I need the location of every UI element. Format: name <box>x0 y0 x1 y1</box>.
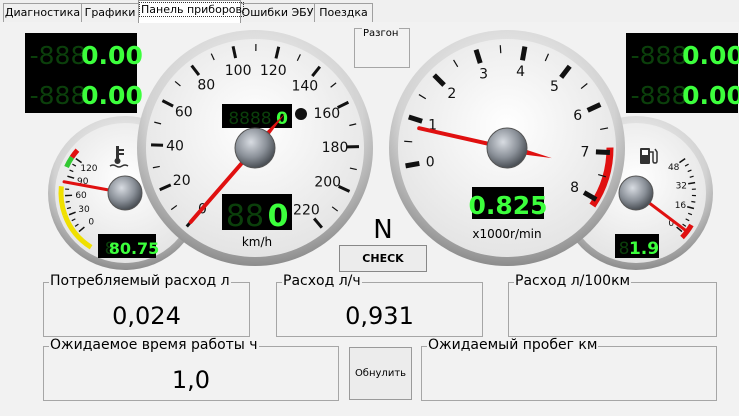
consumption-per-100km-box: Расход л/100км <box>508 273 717 337</box>
rpm-major-tick <box>595 149 611 155</box>
speed-tick-label: 60 <box>175 105 193 121</box>
speed-display-value: 0 <box>268 199 289 234</box>
fuel-tick-label: 16 <box>675 201 687 211</box>
temperature-gauge-hub <box>107 175 143 211</box>
fuel-display-ghost: 8 <box>619 239 630 259</box>
rpm-tick-label: 3 <box>479 67 488 83</box>
hourly-consumption-value: 0,931 <box>345 302 414 330</box>
expected-range-box: Ожидаемый пробег км <box>421 337 717 401</box>
rpm-major-tick <box>405 160 420 169</box>
temperature-minor-tick <box>65 200 70 203</box>
speed-tick-label: 160 <box>313 106 340 122</box>
fuel-tick-label: 48 <box>668 163 680 173</box>
fuel-display-value: 1.9 <box>629 239 659 259</box>
rpm-display-value: 0.825 <box>468 191 547 220</box>
fuel-tick-label: 32 <box>676 181 687 191</box>
right-lcd-bottom-value: 0.00 <box>682 81 739 110</box>
reset-button[interactable]: Обнулить <box>349 347 412 400</box>
hourly-consumption-box: Расход л/ч 0,931 <box>276 273 483 337</box>
speed-tick-label: 100 <box>225 63 252 79</box>
tab-dashboard[interactable]: Панель приборов <box>138 0 245 23</box>
rpm-minor-tick <box>499 45 502 54</box>
temperature-tick-label: 30 <box>78 205 90 215</box>
speed-tick-label: 40 <box>166 139 184 155</box>
rpm-tick-label: 5 <box>550 79 559 95</box>
fuel-minor-tick <box>691 200 696 203</box>
right-lcd-bottom-ghost: -888 <box>631 81 688 110</box>
consumed-fuel-box: Потребляемый расход л 0,024 <box>43 273 250 337</box>
consumption-per-100km-label: Расход л/100км <box>514 273 632 289</box>
speedometer: 0 20 40 6080 100 120140 160 180 200 220 8888 0 88… <box>137 30 373 266</box>
left-lcd-bottom-ghost: -888 <box>30 81 87 110</box>
rpm-tick-label: 8 <box>570 180 579 196</box>
temperature-tick-label: 0 <box>88 218 94 228</box>
tachometer: 0123 45678 0.825 x1000r/min <box>389 30 625 266</box>
left-lcd-top-value: 0.00 <box>81 41 143 70</box>
rpm-tick-label: 7 <box>580 144 589 160</box>
speed-unit: km/h <box>242 235 272 249</box>
rpm-unit: x1000r/min <box>472 227 541 241</box>
left-lcd-panel: -888 0.00 -888 0.00 <box>25 33 143 113</box>
expected-runtime-box: Ожидаемое время работы ч 1,0 <box>43 337 339 401</box>
rpm-major-tick <box>519 46 528 61</box>
consumed-fuel-value: 0,024 <box>112 302 181 330</box>
right-lcd-panel: -888 0.00 -888 0.00 <box>626 33 739 113</box>
gear-indicator: N <box>373 215 392 245</box>
speed-tick-label: 20 <box>173 173 191 189</box>
temperature-tick-label: 60 <box>75 191 87 201</box>
right-lcd-top-ghost: -888 <box>631 41 688 70</box>
speed-tick-label: 220 <box>293 202 320 218</box>
expected-range-label: Ожидаемый пробег км <box>427 337 599 353</box>
rpm-tick-label: 0 <box>426 155 435 171</box>
odometer-ghost: 8888 <box>228 109 271 129</box>
consumed-fuel-label: Потребляемый расход л <box>49 273 231 289</box>
left-lcd-bottom-value: 0.00 <box>81 81 143 110</box>
fuel-gauge-hub <box>618 175 654 211</box>
speedometer-indicator-dot <box>295 108 307 120</box>
expected-runtime-value: 1,0 <box>171 366 211 394</box>
left-lcd-top-ghost: -888 <box>30 41 87 70</box>
speed-tick-label: 120 <box>260 63 287 79</box>
rpm-tick-label: 6 <box>573 108 582 124</box>
odometer-value: 0 <box>276 109 288 129</box>
right-lcd-top-value: 0.00 <box>682 41 739 70</box>
rpm-minor-tick <box>404 140 413 143</box>
speed-tick-label: 180 <box>322 140 349 156</box>
rpm-tick-label: 2 <box>447 86 456 102</box>
acceleration-label: Разгон <box>362 28 400 39</box>
speed-tick-label: 140 <box>291 78 318 94</box>
rpm-tick-label: 4 <box>516 64 525 80</box>
acceleration-box[interactable]: Разгон <box>354 28 410 68</box>
expected-runtime-label: Ожидаемое время работы ч <box>49 337 259 353</box>
temperature-tick-label: 120 <box>80 164 97 174</box>
check-engine-indicator[interactable]: CHECK <box>339 245 427 272</box>
speed-tick-label: 80 <box>197 78 215 94</box>
speed-display-ghost: 88 <box>226 199 264 234</box>
tachometer-hub <box>486 127 528 169</box>
temperature-display-value: 80.75 <box>109 239 160 258</box>
speed-tick-label: 200 <box>314 174 341 190</box>
speedometer-hub <box>234 127 276 169</box>
hourly-consumption-label: Расход л/ч <box>282 273 362 289</box>
